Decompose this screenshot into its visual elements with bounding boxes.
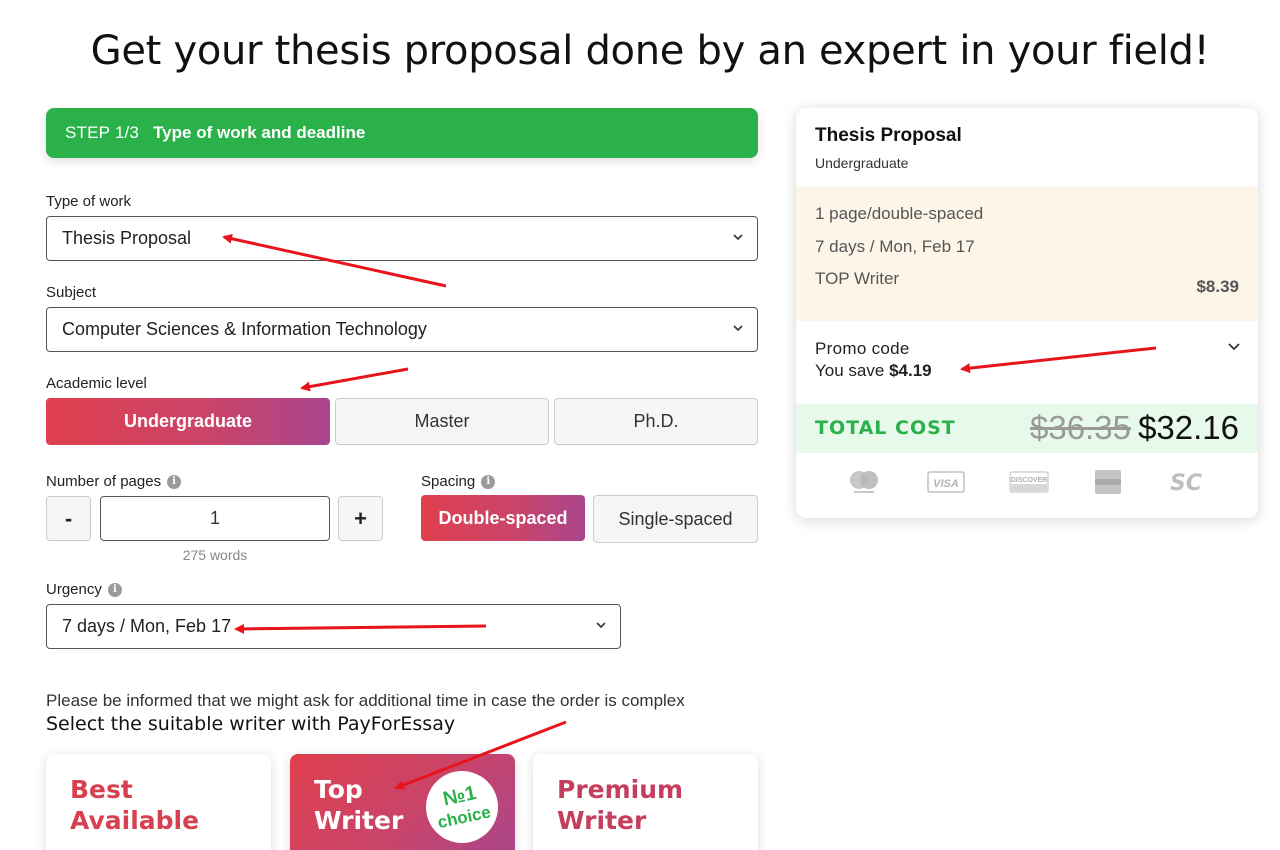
urgency-value: 7 days / Mon, Feb 17 <box>62 616 232 636</box>
info-icon[interactable]: i <box>107 582 122 597</box>
chevron-down-icon <box>596 622 606 629</box>
word-count: 275 words <box>182 547 248 563</box>
subject-label-text: Subject <box>46 284 97 301</box>
step-title: Type of work and deadline <box>153 123 366 142</box>
writer-section-title: Select the suitable writer with PayForEs… <box>46 713 456 735</box>
urgency-label: Urgency i <box>46 581 122 598</box>
discover-icon: DISCOVER <box>1009 471 1049 493</box>
total-cost-label: TOTAL COST <box>815 417 956 439</box>
amex-icon <box>1095 470 1121 494</box>
order-summary-card: Thesis Proposal Undergraduate 1 page/dou… <box>796 108 1258 518</box>
writer-card-best-available[interactable]: Best Available <box>46 754 271 850</box>
writer-card-title-line2: Writer <box>557 806 647 835</box>
pages-decrement-button[interactable]: - <box>46 496 91 541</box>
writer-card-top-writer[interactable]: Top Writer №1 choice <box>290 754 515 850</box>
type-of-work-label-text: Type of work <box>46 193 132 210</box>
new-price: $32.16 <box>1138 409 1239 446</box>
type-of-work-value: Thesis Proposal <box>62 228 192 248</box>
writer-card-title-line1: Best <box>70 775 133 804</box>
info-icon[interactable]: i <box>167 474 182 489</box>
promo-savings: You save $4.19 <box>815 361 932 381</box>
summary-details: 1 page/double-spaced 7 days / Mon, Feb 1… <box>796 186 1258 321</box>
complexity-note: Please be informed that we might ask for… <box>46 691 685 710</box>
step-number: STEP 1/3 <box>65 123 140 142</box>
pages-label: Number of pages i <box>46 473 182 490</box>
step-header: STEP 1/3 Type of work and deadline <box>46 108 758 158</box>
writer-card-premium[interactable]: Premium Writer <box>533 754 758 850</box>
promo-code-toggle[interactable]: Promo code <box>815 339 910 359</box>
subject-value: Computer Sciences & Information Technolo… <box>62 319 427 339</box>
page-headline: Get your thesis proposal done by an expe… <box>90 28 1210 74</box>
mastercard-icon <box>850 471 878 493</box>
chevron-down-icon <box>733 234 743 241</box>
total-cost-row: TOTAL COST $36.35 $32.16 <box>796 404 1258 453</box>
payment-icons: VISA DISCOVER SC <box>836 468 1226 496</box>
savings-amount: $4.19 <box>889 361 932 380</box>
writer-card-title-line1: Premium <box>557 775 684 804</box>
type-of-work-select[interactable]: Thesis Proposal <box>46 216 758 261</box>
svg-text:VISA: VISA <box>933 478 959 490</box>
summary-writer: TOP Writer <box>815 269 900 288</box>
spacing-option-single[interactable]: Single-spaced <box>593 495 758 543</box>
pages-increment-button[interactable]: + <box>338 496 383 541</box>
visa-icon: VISA <box>927 471 965 493</box>
svg-text:SC: SC <box>1170 471 1202 496</box>
pages-label-text: Number of pages <box>46 473 162 490</box>
summary-deadline: 7 days / Mon, Feb 17 <box>815 237 975 256</box>
level-option-phd[interactable]: Ph.D. <box>554 398 758 445</box>
type-of-work-label: Type of work <box>46 193 131 210</box>
old-price: $36.35 <box>1030 409 1131 446</box>
urgency-label-text: Urgency <box>46 581 102 598</box>
academic-level-label-text: Academic level <box>46 375 147 392</box>
level-option-undergraduate[interactable]: Undergraduate <box>46 398 330 445</box>
pages-input[interactable]: 1 <box>100 496 330 541</box>
summary-title: Thesis Proposal <box>815 125 962 146</box>
subject-label: Subject <box>46 284 96 301</box>
summary-writer-price: $8.39 <box>1196 277 1239 296</box>
svg-text:DISCOVER: DISCOVER <box>1011 477 1048 484</box>
summary-pages: 1 page/double-spaced <box>815 204 984 223</box>
urgency-select[interactable]: 7 days / Mon, Feb 17 <box>46 604 621 649</box>
subject-select[interactable]: Computer Sciences & Information Technolo… <box>46 307 758 352</box>
academic-level-label: Academic level <box>46 375 147 392</box>
level-option-master[interactable]: Master <box>335 398 549 445</box>
spacing-label: Spacing i <box>421 473 496 490</box>
arrow-to-academic-level <box>300 367 409 392</box>
savings-prefix: You save <box>815 361 885 380</box>
sc-icon: SC <box>1170 471 1202 496</box>
chevron-down-icon[interactable] <box>1228 342 1240 352</box>
spacing-label-text: Spacing <box>421 473 476 490</box>
chevron-down-icon <box>733 325 743 332</box>
info-icon[interactable]: i <box>481 474 496 489</box>
spacing-option-double[interactable]: Double-spaced <box>421 495 585 541</box>
writer-card-title-line2: Available <box>70 806 200 835</box>
summary-level: Undergraduate <box>815 155 909 171</box>
